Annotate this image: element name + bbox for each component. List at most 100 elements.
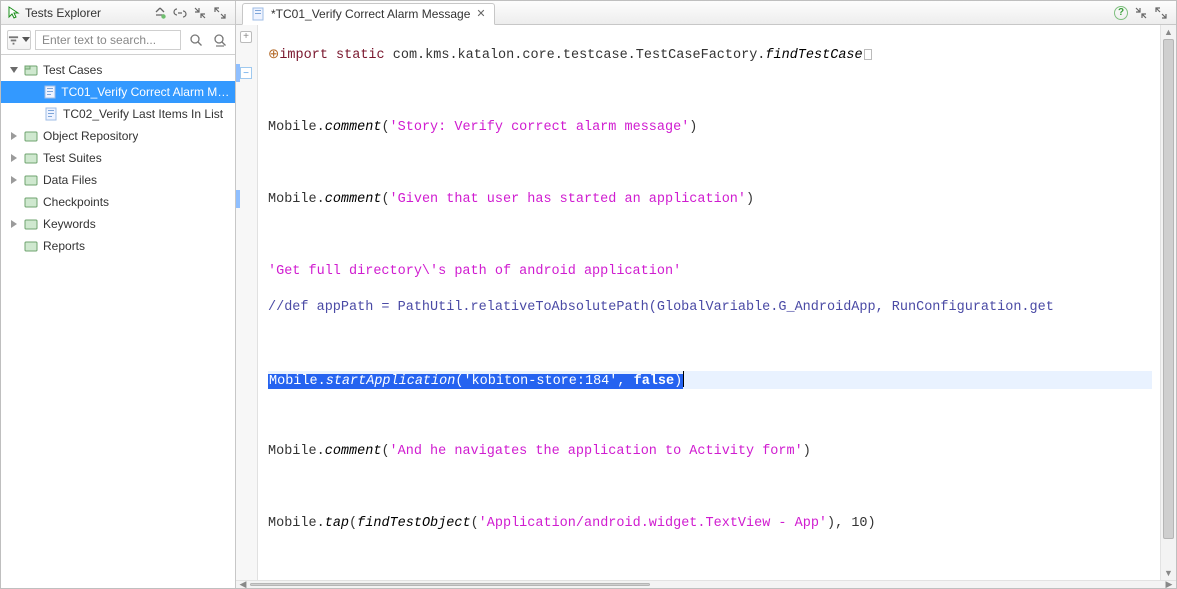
code-text: ) (674, 374, 682, 389)
tree-node-checkpoints[interactable]: Checkpoints (1, 191, 235, 213)
import-marker: ⊕ (268, 48, 279, 63)
explorer-title: Tests Explorer (25, 6, 101, 20)
change-marker (236, 64, 240, 82)
minimize-icon[interactable] (191, 4, 209, 22)
folder-icon (23, 62, 39, 78)
help-icon: ? (1114, 6, 1128, 20)
expander-icon[interactable] (7, 151, 21, 165)
scroll-right-arrow[interactable]: ▶ (1162, 581, 1176, 588)
explorer-header: Tests Explorer (1, 1, 235, 25)
testcase-icon (251, 7, 265, 21)
string: 'kobiton-store:184' (463, 374, 617, 389)
advanced-search-icon[interactable] (211, 31, 229, 49)
string: 'Application/android.widget.TextView - A… (479, 516, 827, 531)
tree-label: Reports (43, 239, 85, 253)
tests-explorer-panel: Tests Explorer Enter text to search... (1, 1, 236, 588)
horizontal-scrollbar[interactable]: ◀ ▶ (236, 580, 1176, 588)
tree-label: Test Cases (43, 63, 102, 77)
string: 'Story: Verify correct alarm message' (390, 120, 690, 135)
gutter[interactable]: + − (236, 25, 258, 580)
comment: 'Get full directory\'s path of android a… (268, 264, 681, 279)
method: findTestCase (765, 48, 862, 63)
tree-label: Keywords (43, 217, 96, 231)
tree-node-tc02[interactable]: TC02_Verify Last Items In List (1, 103, 235, 125)
collapse-all-button[interactable] (151, 4, 169, 22)
restore-icon[interactable] (1132, 4, 1150, 22)
method: comment (325, 120, 382, 135)
code-area: + − ⊕import static com.kms.katalon.core.… (236, 25, 1176, 580)
maximize-icon[interactable] (1152, 4, 1170, 22)
tree-node-reports[interactable]: Reports (1, 235, 235, 257)
tree-node-keywords[interactable]: Keywords (1, 213, 235, 235)
project-tree: Test Cases TC01_Verify Correct Alarm Mes… (1, 55, 235, 588)
editor-tab-tc01[interactable]: *TC01_Verify Correct Alarm Message ✕ (242, 3, 495, 25)
tree-node-data-files[interactable]: Data Files (1, 169, 235, 191)
code-text: com.kms.katalon.core.testcase.TestCaseFa… (385, 48, 766, 63)
code-text: Mobile. (268, 516, 325, 531)
text-caret (683, 371, 684, 387)
editor-tabs: *TC01_Verify Correct Alarm Message ✕ ? (236, 1, 1176, 25)
method: comment (325, 444, 382, 459)
tree-label: Data Files (43, 173, 97, 187)
method: findTestObject (357, 516, 470, 531)
comment: //def appPath = PathUtil.relativeToAbsol… (268, 300, 1054, 315)
tab-label: *TC01_Verify Correct Alarm Message (271, 7, 470, 21)
search-input[interactable]: Enter text to search... (35, 30, 181, 50)
folder-icon (23, 216, 39, 232)
code-text: ), 10) (827, 516, 876, 531)
filter-dropdown-button[interactable] (7, 30, 31, 50)
expand-imports-marker[interactable]: + (240, 31, 252, 43)
tree-node-object-repository[interactable]: Object Repository (1, 125, 235, 147)
code-text: Mobile. (269, 374, 326, 389)
code-text: Mobile. (268, 120, 325, 135)
editor-panel: *TC01_Verify Correct Alarm Message ✕ ? +… (236, 1, 1176, 588)
keyword: import (279, 48, 328, 63)
scroll-thumb[interactable] (1163, 39, 1174, 539)
help-button[interactable]: ? (1112, 4, 1130, 22)
keyword: static (336, 48, 385, 63)
testcase-icon (43, 106, 59, 122)
tree-label: Object Repository (43, 129, 138, 143)
expander-icon[interactable] (7, 173, 21, 187)
string: 'And he navigates the application to Act… (390, 444, 803, 459)
fold-marker[interactable]: − (240, 67, 252, 79)
scroll-up-arrow[interactable]: ▲ (1161, 25, 1176, 39)
expander-icon[interactable] (7, 217, 21, 231)
method: startApplication (326, 374, 456, 389)
code-text: , (617, 374, 633, 389)
cursor-icon (7, 6, 21, 20)
scroll-left-arrow[interactable]: ◀ (236, 581, 250, 588)
string: 'Given that user has started an applicat… (390, 192, 746, 207)
expander-icon[interactable] (7, 63, 21, 77)
close-icon[interactable]: ✕ (476, 7, 485, 20)
code-editor[interactable]: ⊕import static com.kms.katalon.core.test… (258, 25, 1160, 580)
change-marker (236, 190, 240, 208)
folder-icon (23, 238, 39, 254)
tree-node-tc01[interactable]: TC01_Verify Correct Alarm Message (1, 81, 235, 103)
method: tap (325, 516, 349, 531)
search-placeholder: Enter text to search... (42, 33, 156, 47)
search-icon[interactable] (187, 31, 205, 49)
keyword: false (634, 374, 675, 389)
tree-node-test-cases[interactable]: Test Cases (1, 59, 235, 81)
selected-line: Mobile.startApplication('kobiton-store:1… (268, 371, 1152, 389)
tree-label: Checkpoints (43, 195, 109, 209)
method: comment (325, 192, 382, 207)
maximize-icon[interactable] (211, 4, 229, 22)
scroll-thumb[interactable] (250, 583, 650, 586)
folded-ellipsis-icon[interactable] (864, 49, 872, 60)
tree-node-test-suites[interactable]: Test Suites (1, 147, 235, 169)
tree-label: TC02_Verify Last Items In List (63, 107, 223, 121)
folder-icon (23, 150, 39, 166)
code-text: Mobile. (268, 444, 325, 459)
expander-icon[interactable] (7, 129, 21, 143)
folder-icon (23, 172, 39, 188)
tree-label: Test Suites (43, 151, 102, 165)
search-row: Enter text to search... (1, 25, 235, 55)
testcase-icon (43, 84, 57, 100)
link-editor-button[interactable] (171, 4, 189, 22)
folder-icon (23, 194, 39, 210)
vertical-scrollbar[interactable]: ▲ ▼ (1160, 25, 1176, 580)
scroll-down-arrow[interactable]: ▼ (1161, 566, 1176, 580)
folder-icon (23, 128, 39, 144)
